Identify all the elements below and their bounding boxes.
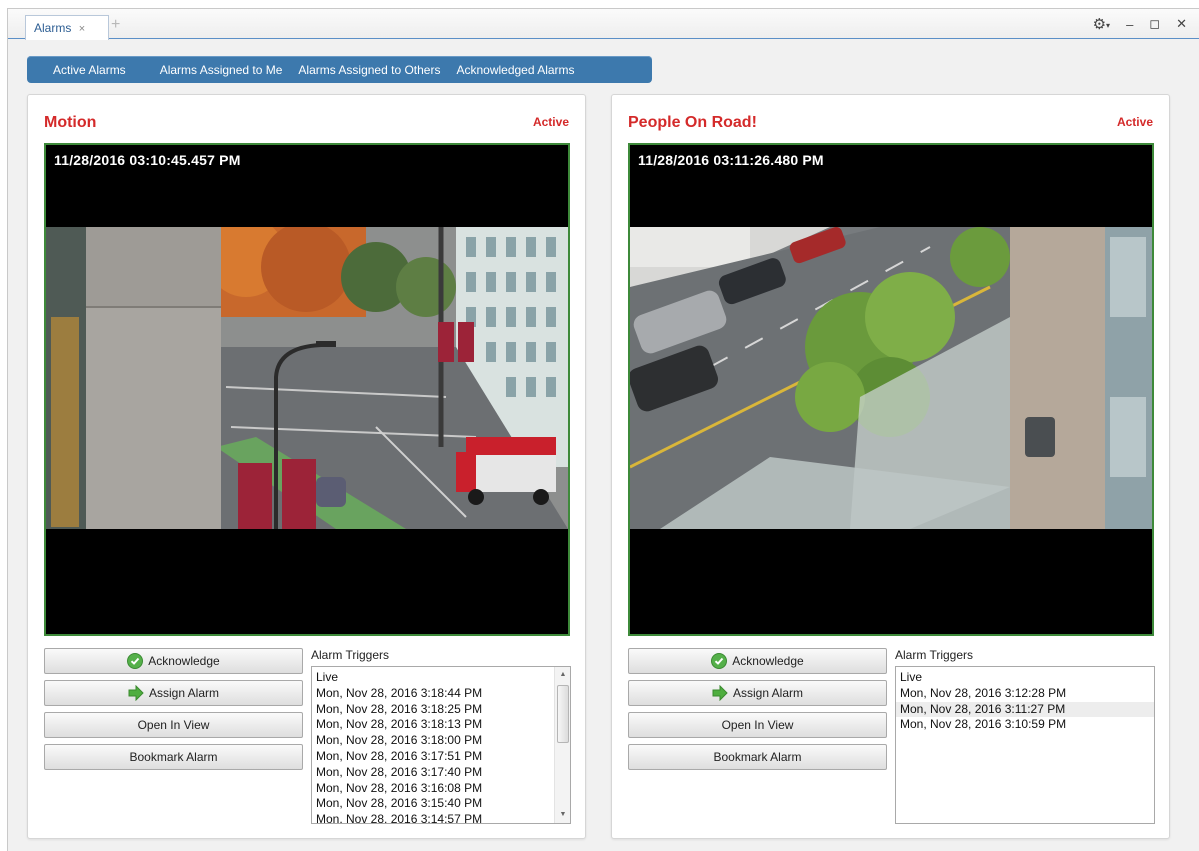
assign-alarm-button[interactable]: Assign Alarm (44, 680, 303, 706)
trigger-item[interactable]: Mon, Nov 28, 2016 3:18:25 PM (316, 702, 570, 718)
bookmark-alarm-button[interactable]: Bookmark Alarm (44, 744, 303, 770)
alarm-panel-people-on-road: People On Road! Active 11/28/2016 03:11:… (611, 94, 1170, 839)
filter-active-alarms[interactable]: Active Alarms (27, 63, 152, 77)
video-player[interactable]: 11/28/2016 03:10:45.457 PM (44, 143, 570, 636)
trigger-item[interactable]: Mon, Nov 28, 2016 3:16:08 PM (316, 781, 570, 797)
open-in-view-label: Open In View (137, 718, 210, 732)
camera-frame-road-overhead (630, 227, 1152, 529)
tab-alarms[interactable]: Alarms × (25, 15, 109, 40)
alarm-actions: Acknowledge Assign Alarm Open In View Bo… (44, 648, 303, 776)
trigger-item[interactable]: Mon, Nov 28, 2016 3:14:57 PM (316, 812, 570, 823)
trigger-item[interactable]: Mon, Nov 28, 2016 3:18:13 PM (316, 717, 570, 733)
trigger-item[interactable]: Live (900, 670, 1154, 686)
alarm-title: Motion (44, 114, 97, 131)
alarm-triggers: Alarm Triggers Live Mon, Nov 28, 2016 3:… (895, 648, 1155, 824)
filter-assigned-to-me[interactable]: Alarms Assigned to Me (152, 63, 291, 77)
acknowledge-button[interactable]: Acknowledge (44, 648, 303, 674)
tab-label: Alarms (34, 21, 72, 35)
checkmark-icon (711, 653, 728, 669)
video-player[interactable]: 11/28/2016 03:11:26.480 PM (628, 143, 1154, 636)
open-in-view-label: Open In View (721, 718, 794, 732)
trigger-item[interactable]: Mon, Nov 28, 2016 3:17:40 PM (316, 765, 570, 781)
tab-close-icon[interactable]: × (79, 23, 85, 35)
alarm-triggers-label: Alarm Triggers (895, 648, 974, 662)
alarm-status: Active (532, 115, 569, 129)
filter-assigned-to-others[interactable]: Alarms Assigned to Others (290, 63, 448, 77)
assign-alarm-label: Assign Alarm (148, 686, 220, 700)
close-icon[interactable]: ✕ (1176, 16, 1187, 32)
scroll-down-icon[interactable]: ▼ (555, 808, 570, 822)
scroll-up-icon[interactable]: ▲ (555, 668, 570, 682)
arrow-right-icon (712, 684, 728, 702)
assign-alarm-button[interactable]: Assign Alarm (628, 680, 887, 706)
assign-alarm-label: Assign Alarm (732, 686, 804, 700)
new-tab-icon[interactable]: + (111, 16, 120, 34)
triggers-scrollbar[interactable]: ▲ ▼ (554, 667, 570, 823)
title-bar: Alarms × + ⚙▾ – ◻ ✕ (8, 9, 1199, 40)
trigger-item[interactable]: Mon, Nov 28, 2016 3:12:28 PM (900, 686, 1154, 702)
maximize-icon[interactable]: ◻ (1149, 16, 1160, 32)
video-timestamp: 11/28/2016 03:10:45.457 PM (54, 152, 241, 168)
trigger-item[interactable]: Mon, Nov 28, 2016 3:17:51 PM (316, 749, 570, 765)
minimize-icon[interactable]: – (1126, 17, 1133, 32)
scrollbar-thumb[interactable] (557, 685, 569, 743)
trigger-item[interactable]: Mon, Nov 28, 2016 3:15:40 PM (316, 796, 570, 812)
arrow-right-icon (128, 684, 144, 702)
bookmark-alarm-label: Bookmark Alarm (129, 750, 218, 764)
trigger-item-selected[interactable]: Mon, Nov 28, 2016 3:11:27 PM (896, 701, 1154, 718)
window-controls: ⚙▾ – ◻ ✕ (1093, 15, 1187, 33)
trigger-item[interactable]: Mon, Nov 28, 2016 3:18:00 PM (316, 733, 570, 749)
content-area: Active Alarms Alarms Assigned to Me Alar… (8, 40, 1199, 851)
trigger-item[interactable]: Mon, Nov 28, 2016 3:10:59 PM (900, 717, 1154, 733)
open-in-view-button[interactable]: Open In View (44, 712, 303, 738)
alarm-triggers: Alarm Triggers Live Mon, Nov 28, 2016 3:… (311, 648, 571, 824)
alarms-window: Alarms × + ⚙▾ – ◻ ✕ Active Alarms Alarms… (7, 8, 1199, 851)
open-in-view-button[interactable]: Open In View (628, 712, 887, 738)
settings-gear-icon[interactable]: ⚙▾ (1093, 15, 1110, 33)
alarm-status: Active (1116, 115, 1153, 129)
alarm-triggers-list[interactable]: Live Mon, Nov 28, 2016 3:12:28 PM Mon, N… (895, 666, 1155, 824)
trigger-item[interactable]: Mon, Nov 28, 2016 3:18:44 PM (316, 686, 570, 702)
bookmark-alarm-button[interactable]: Bookmark Alarm (628, 744, 887, 770)
video-timestamp: 11/28/2016 03:11:26.480 PM (638, 152, 824, 168)
alarm-triggers-label: Alarm Triggers (311, 648, 390, 662)
alarm-filter-bar: Active Alarms Alarms Assigned to Me Alar… (27, 56, 652, 83)
acknowledge-label: Acknowledge (148, 654, 220, 668)
alarm-title: People On Road! (628, 114, 757, 131)
alarm-triggers-list[interactable]: Live Mon, Nov 28, 2016 3:18:44 PM Mon, N… (311, 666, 571, 824)
trigger-item[interactable]: Live (316, 670, 570, 686)
camera-frame-street-corner (46, 227, 568, 529)
checkmark-icon (127, 653, 144, 669)
bookmark-alarm-label: Bookmark Alarm (713, 750, 802, 764)
alarm-actions: Acknowledge Assign Alarm Open In View Bo… (628, 648, 887, 776)
acknowledge-label: Acknowledge (732, 654, 804, 668)
acknowledge-button[interactable]: Acknowledge (628, 648, 887, 674)
alarm-panel-motion: Motion Active 11/28/2016 03:10:45.457 PM (27, 94, 586, 839)
filter-acknowledged-alarms[interactable]: Acknowledged Alarms (448, 63, 582, 77)
